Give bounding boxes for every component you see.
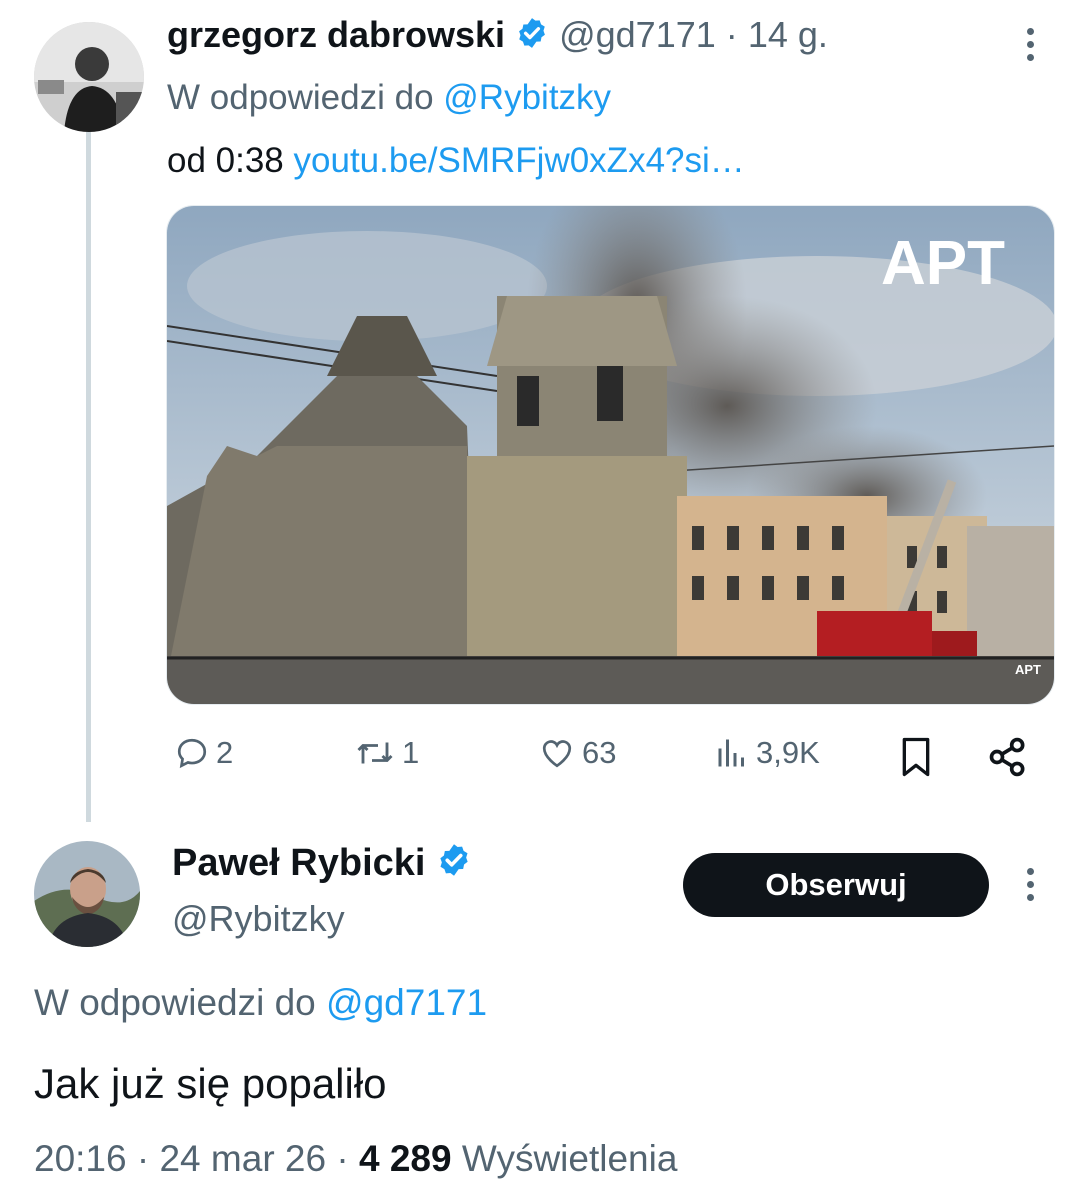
tweet1-text: od 0:38 youtu.be/SMRFjw0xZx4?si… xyxy=(167,141,745,181)
reply-context: W odpowiedzi do @gd7171 xyxy=(34,982,487,1024)
thread-connector xyxy=(86,122,91,822)
author-name[interactable]: grzegorz dabrowski xyxy=(167,14,505,55)
author-name[interactable]: Paweł Rybicki xyxy=(172,842,425,884)
reply-icon xyxy=(177,738,207,769)
views-icon xyxy=(718,739,744,767)
retweet-button[interactable]: 1 xyxy=(354,735,419,771)
meta-separator: · xyxy=(725,14,738,55)
meta-separator: · xyxy=(336,1138,349,1179)
views-count: 3,9K xyxy=(756,735,820,770)
tweet-time[interactable]: 14 g. xyxy=(748,14,828,55)
reply-to-link[interactable]: @gd7171 xyxy=(326,982,487,1023)
reply-count: 2 xyxy=(216,735,234,770)
share-button[interactable] xyxy=(986,735,1036,779)
author-handle[interactable]: @Rybitzky xyxy=(172,898,345,940)
avatar-gd7171[interactable] xyxy=(34,22,144,132)
tweet2-text: Jak już się popaliło xyxy=(34,1060,387,1107)
meta-separator: · xyxy=(136,1138,150,1179)
views-button[interactable]: 3,9K xyxy=(714,735,820,771)
tweet2-author: Paweł Rybicki xyxy=(172,842,472,888)
text-prefix: od 0:38 xyxy=(167,141,284,180)
reply-prefix: W odpowiedzi do xyxy=(34,982,316,1023)
like-icon xyxy=(542,740,572,768)
reply-button[interactable]: 2 xyxy=(174,735,233,771)
reply-to-link[interactable]: @Rybitzky xyxy=(443,78,611,117)
author-handle[interactable]: @gd7171 xyxy=(559,14,716,55)
reply-prefix: W odpowiedzi do xyxy=(167,78,434,117)
tweet-meta: 20:16 · 24 mar 26 · 4 289 Wyświetlenia xyxy=(34,1138,677,1180)
tweet-actions-bar: 2 1 63 3,9K xyxy=(166,735,1036,785)
tweet-media-image[interactable]: APT APT xyxy=(166,205,1055,705)
apt-watermark: APT xyxy=(881,229,1005,298)
retweet-icon xyxy=(357,742,393,764)
tweet-time[interactable]: 20:16 xyxy=(34,1138,127,1179)
tweet1-header: grzegorz dabrowski @gd7171 · 14 g. xyxy=(167,14,828,59)
views-count: 4 289 xyxy=(358,1138,452,1179)
apt-watermark-small: APT xyxy=(1015,662,1041,677)
youtube-link[interactable]: youtu.be/SMRFjw0xZx4?si… xyxy=(294,141,745,180)
views-label: Wyświetlenia xyxy=(461,1138,678,1179)
follow-button[interactable]: Obserwuj xyxy=(683,853,989,917)
retweet-count: 1 xyxy=(402,735,420,770)
like-count: 63 xyxy=(582,735,617,770)
more-icon[interactable] xyxy=(1026,868,1036,907)
avatar-rybitzky[interactable] xyxy=(34,841,140,947)
bookmark-button[interactable] xyxy=(896,735,942,779)
bookmark-icon xyxy=(902,737,930,777)
verified-icon xyxy=(515,16,549,59)
reply-context: W odpowiedzi do @Rybitzky xyxy=(167,78,611,118)
more-icon[interactable] xyxy=(1026,28,1036,67)
verified-icon xyxy=(436,842,472,888)
share-icon xyxy=(989,737,1025,777)
tweet-date[interactable]: 24 mar 26 xyxy=(159,1138,326,1179)
like-button[interactable]: 63 xyxy=(538,735,616,771)
